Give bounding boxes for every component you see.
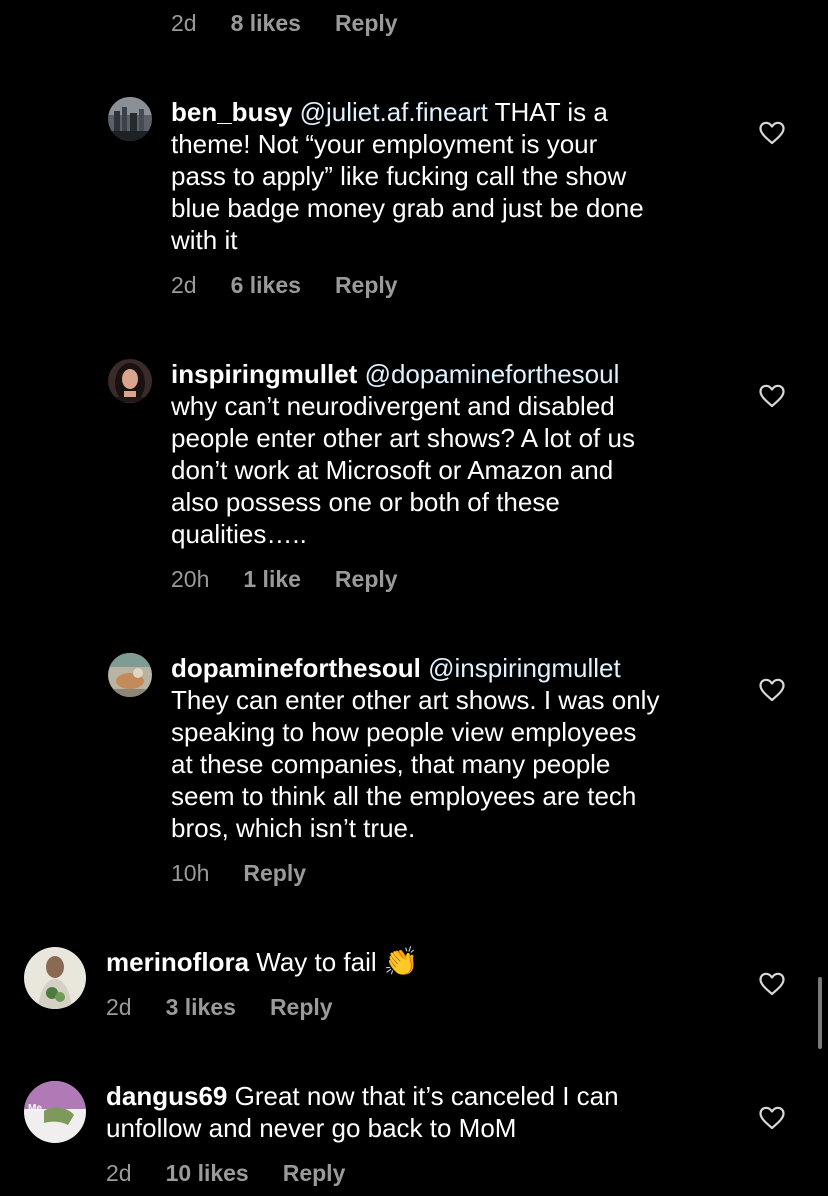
- comment-line: don’t work at Microsoft or Amazon and: [171, 455, 614, 485]
- clapping-hands-emoji: 👏: [383, 946, 419, 977]
- comment-line: seem to think all the employees are tech: [171, 781, 637, 811]
- comment-meta: 20h 1 like Reply: [171, 566, 398, 593]
- comment-meta: 2d 3 likes Reply: [106, 994, 333, 1021]
- comment-line: dangus69 Great now that it’s canceled I …: [106, 1080, 726, 1112]
- username[interactable]: merinoflora: [106, 947, 249, 977]
- comment-line: qualities…..: [171, 519, 307, 549]
- reply-button[interactable]: Reply: [283, 1160, 346, 1187]
- reply-button[interactable]: Reply: [243, 860, 306, 887]
- heart-outline-icon[interactable]: [759, 972, 785, 996]
- comment-body: inspiringmullet @dopamineforthesoul why …: [171, 358, 731, 550]
- mention-link[interactable]: @juliet.af.fineart: [300, 97, 488, 127]
- avatar-dangus69[interactable]: Me: [24, 1081, 86, 1143]
- heart-outline-icon[interactable]: [759, 384, 785, 408]
- comment-time: 2d: [106, 994, 132, 1020]
- avatar-ben-busy[interactable]: [108, 97, 152, 141]
- avatar-dopamineforthesoul[interactable]: [108, 653, 152, 697]
- comment-line: theme! Not “your employment is your: [171, 129, 598, 159]
- comment-line: why can’t neurodivergent and disabled: [171, 391, 615, 421]
- comment-meta: 2d 10 likes Reply: [106, 1160, 345, 1187]
- avatar-merinoflora[interactable]: [24, 947, 86, 1009]
- comment-body: merinoflora Way to fail 👏: [106, 946, 726, 978]
- comment-time: 2d: [171, 272, 197, 298]
- comment-body: ben_busy @juliet.af.fineart THAT is a th…: [171, 96, 731, 256]
- heart-outline-icon[interactable]: [759, 1106, 785, 1130]
- heart-outline-icon[interactable]: [759, 121, 785, 145]
- mention-link[interactable]: @inspiringmullet: [428, 653, 621, 683]
- avatar-inspiringmullet[interactable]: [108, 359, 152, 403]
- comment-line: ben_busy @juliet.af.fineart THAT is a: [171, 96, 731, 128]
- comment-line: people enter other art shows? A lot of u…: [171, 423, 635, 453]
- reply-button[interactable]: Reply: [270, 994, 333, 1021]
- avatar-label: Me: [28, 1103, 42, 1114]
- comment-text: THAT is a: [494, 97, 608, 127]
- comment-time: 2d: [106, 1160, 132, 1186]
- comment-body: dopamineforthesoul @inspiringmullet They…: [171, 652, 731, 844]
- comment-line: inspiringmullet @dopamineforthesoul: [171, 358, 731, 390]
- comment-likes[interactable]: 10 likes: [166, 1160, 249, 1187]
- reply-button[interactable]: Reply: [335, 272, 398, 299]
- comment-meta: 10h Reply: [171, 860, 306, 887]
- comment-time: 20h: [171, 566, 210, 592]
- comment-likes[interactable]: 8 likes: [231, 10, 301, 37]
- comment-line: also possess one or both of these: [171, 487, 560, 517]
- comment-line: They can enter other art shows. I was on…: [171, 685, 660, 715]
- comment-likes[interactable]: 3 likes: [166, 994, 236, 1021]
- comment-line: at these companies, that many people: [171, 749, 611, 779]
- comment-line: unfollow and never go back to MoM: [106, 1113, 517, 1143]
- mention-link[interactable]: @dopamineforthesoul: [365, 359, 620, 389]
- comment-body: dangus69 Great now that it’s canceled I …: [106, 1080, 726, 1144]
- comment-line: bros, which isn’t true.: [171, 813, 416, 843]
- comment-line: dopamineforthesoul @inspiringmullet: [171, 652, 731, 684]
- comment-likes[interactable]: 1 like: [243, 566, 301, 593]
- comment-line: speaking to how people view employees: [171, 717, 637, 747]
- comment-likes[interactable]: 6 likes: [231, 272, 301, 299]
- comment-line: pass to apply” like fucking call the sho…: [171, 161, 627, 191]
- username[interactable]: dangus69: [106, 1081, 227, 1111]
- comment-time: 2d: [171, 10, 197, 36]
- reply-button[interactable]: Reply: [335, 566, 398, 593]
- comment-line: blue badge money grab and just be done: [171, 193, 644, 223]
- heart-outline-icon[interactable]: [759, 678, 785, 702]
- comment-time: 10h: [171, 860, 210, 886]
- scrollbar[interactable]: [818, 977, 822, 1049]
- reply-button[interactable]: Reply: [335, 10, 398, 37]
- comment-meta: 2d 6 likes Reply: [171, 272, 398, 299]
- comment-text: Way to fail: [256, 947, 377, 977]
- comment-line: with it: [171, 225, 238, 255]
- comment-text: Great now that it’s canceled I can: [234, 1081, 619, 1111]
- username[interactable]: ben_busy: [171, 97, 292, 127]
- username[interactable]: dopamineforthesoul: [171, 653, 421, 683]
- username[interactable]: inspiringmullet: [171, 359, 357, 389]
- comment-meta-top: 2d 8 likes Reply: [171, 10, 398, 37]
